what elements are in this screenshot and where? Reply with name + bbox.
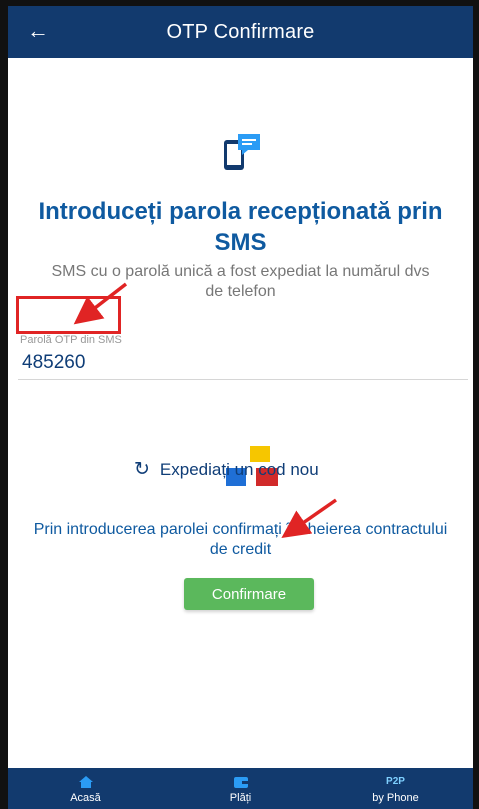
nav-item-payments[interactable]: Plăți: [163, 768, 318, 809]
otp-input[interactable]: [22, 352, 322, 374]
contract-notice: Prin introducerea parolei confirmați înc…: [33, 521, 448, 558]
page-title: OTP Confirmare: [166, 20, 315, 43]
nav-item-p2p[interactable]: P2P by Phone: [318, 768, 473, 809]
wallet-icon: [233, 774, 249, 790]
app-bar: ← OTP Confirmare: [8, 6, 473, 58]
confirm-button[interactable]: Confirmare: [184, 578, 314, 610]
otp-highlight-annotation: [16, 296, 121, 334]
refresh-icon: ↻: [134, 459, 150, 480]
bottom-nav: Acasă Plăți P2P by Phone: [8, 768, 473, 809]
otp-heading: Introduceți parola recepționată prin SMS: [38, 198, 443, 256]
back-button[interactable]: ←: [22, 16, 54, 48]
p2p-icon: P2P: [386, 776, 405, 787]
nav-label-payments: Plăți: [229, 791, 252, 804]
nav-label-home: Acasă: [70, 791, 101, 804]
nav-label-p2p: by Phone: [372, 791, 419, 804]
otp-field-label: Parolă OTP din SMS: [20, 334, 122, 346]
resend-code-link[interactable]: ↻ Expediați un cod nou: [134, 458, 319, 481]
screen: ← OTP Confirmare Introduceți parola rece…: [8, 6, 473, 809]
otp-field: Parolă OTP din SMS: [18, 330, 468, 380]
resend-label: Expediați un cod nou: [159, 459, 319, 479]
phone-sms-icon: [224, 134, 260, 170]
arrow-left-icon: ←: [27, 18, 49, 43]
nav-item-home[interactable]: Acasă: [8, 768, 163, 809]
device-frame: ← OTP Confirmare Introduceți parola rece…: [0, 0, 479, 809]
home-icon: [78, 774, 94, 790]
otp-content: Introduceți parola recepționată prin SMS…: [8, 58, 473, 768]
